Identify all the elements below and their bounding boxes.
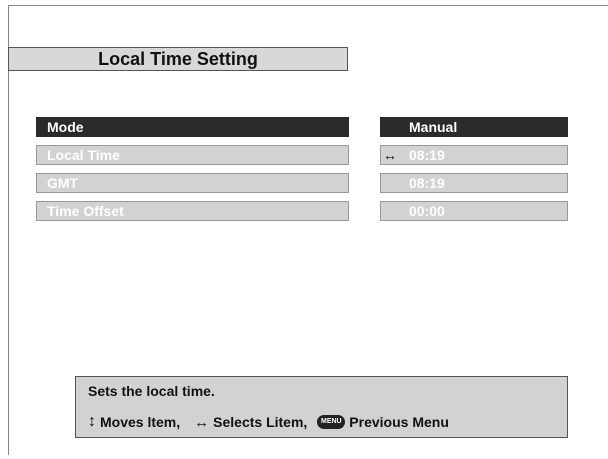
menu-item-label: Time Offset — [47, 203, 124, 219]
menu-item-label: Local Time — [47, 147, 120, 163]
help-description: Sets the local time. — [88, 383, 215, 399]
help-panel: Sets the local time. ↕ Moves ltem, ↔ Sel… — [75, 376, 568, 438]
value-text: Manual — [409, 119, 458, 135]
menu-button-icon: MENU — [317, 415, 346, 429]
value-text: 08:19 — [409, 175, 445, 191]
menu-item-mode[interactable]: Mode — [36, 117, 349, 137]
value-gmt: 08:19 — [380, 173, 568, 193]
up-down-arrow-icon: ↕ — [88, 413, 96, 430]
menu-item-time-offset[interactable]: Time Offset — [36, 201, 349, 221]
screen-frame-left — [8, 5, 9, 455]
page-title: Local Time Setting — [8, 47, 348, 71]
menu-item-label: GMT — [47, 175, 79, 191]
help-moves-label: Moves ltem, — [100, 414, 181, 430]
screen-frame-top — [8, 5, 608, 6]
help-menu-label: Previous Menu — [349, 414, 449, 430]
menu-item-local-time[interactable]: Local Time — [36, 145, 349, 165]
menu-item-gmt[interactable]: GMT — [36, 173, 349, 193]
left-right-arrow-icon: ↔ — [194, 413, 210, 431]
menu-item-label: Mode — [47, 119, 84, 135]
help-keys: ↕ Moves ltem, ↔ Selects Litem, MENU Prev… — [88, 413, 453, 431]
value-time-offset: 00:00 — [380, 201, 568, 221]
help-selects-label: Selects Litem, — [213, 414, 308, 430]
left-right-arrow-icon: ↔ — [383, 147, 397, 163]
value-mode[interactable]: Manual — [380, 117, 568, 137]
value-text: 00:00 — [409, 203, 445, 219]
value-text: 08:19 — [409, 147, 445, 163]
value-local-time[interactable]: ↔ 08:19 — [380, 145, 568, 165]
